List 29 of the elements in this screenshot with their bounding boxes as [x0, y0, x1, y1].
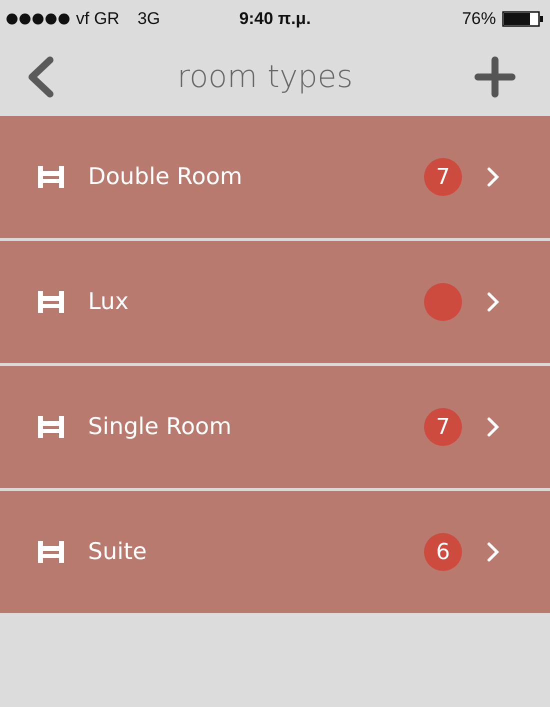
count-badge: 7 [424, 408, 462, 446]
chevron-icon [486, 166, 500, 188]
bed-icon [38, 166, 64, 188]
count-badge [424, 283, 462, 321]
network-text: 3G [137, 9, 160, 29]
bed-icon [38, 291, 64, 313]
room-row[interactable]: Double Room 7 [0, 116, 550, 238]
battery-percent: 76% [462, 9, 496, 29]
add-button[interactable] [474, 56, 516, 98]
carrier-text: vf GR [76, 9, 120, 29]
room-name: Lux [88, 289, 130, 315]
chevron-icon [486, 291, 500, 313]
battery-icon [502, 11, 544, 27]
bed-icon [38, 541, 64, 563]
room-name: Single Room [88, 414, 233, 440]
chevron-icon [486, 416, 500, 438]
count-badge: 6 [424, 533, 462, 571]
count-badge: 7 [424, 158, 462, 196]
bed-icon [38, 416, 64, 438]
room-name: Double Room [88, 164, 244, 190]
back-button[interactable] [26, 56, 56, 98]
chevron-icon [486, 541, 500, 563]
signal-icon [6, 13, 70, 25]
room-row[interactable]: Suite 6 [0, 491, 550, 613]
room-row[interactable]: Lux [0, 241, 550, 363]
room-name: Suite [88, 539, 148, 565]
room-row[interactable]: Single Room 7 [0, 366, 550, 488]
clock-text: 9:40 π.μ. [239, 9, 311, 29]
screen-title: room types [177, 59, 353, 95]
